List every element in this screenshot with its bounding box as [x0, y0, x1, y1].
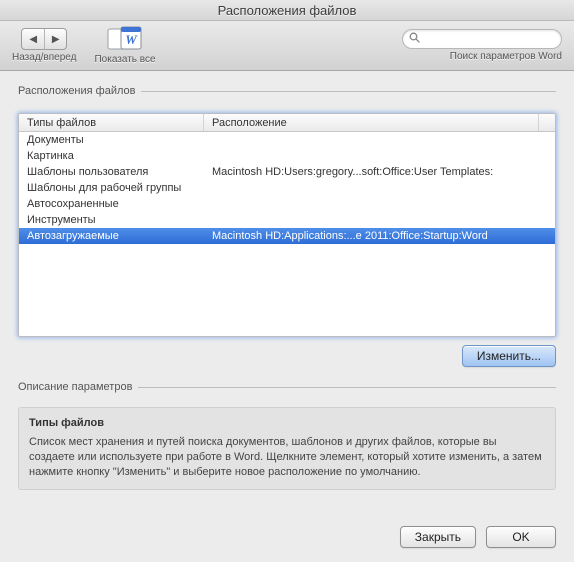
- column-header-spacer: [539, 114, 555, 131]
- show-all-button[interactable]: W: [107, 26, 143, 52]
- table-row[interactable]: Документы: [19, 132, 555, 148]
- cell-location: [204, 180, 555, 196]
- back-button[interactable]: ◀: [22, 29, 44, 49]
- show-all-label: Показать все: [94, 54, 155, 65]
- description-body: Список мест хранения и путей поиска доку…: [29, 435, 545, 480]
- toolbar: ◀ ▶ Назад/вперед W Показать все Поиск: [0, 21, 574, 71]
- cell-location: Macintosh HD:Users:gregory...soft:Office…: [204, 164, 555, 180]
- table-row[interactable]: Шаблоны пользователяMacintosh HD:Users:g…: [19, 164, 555, 180]
- show-all-group: W Показать все: [94, 26, 155, 65]
- nav-group: ◀ ▶ Назад/вперед: [12, 28, 76, 63]
- search-input[interactable]: [424, 32, 570, 46]
- table-row[interactable]: Картинка: [19, 148, 555, 164]
- nav-label: Назад/вперед: [12, 52, 76, 63]
- table-body[interactable]: ДокументыКартинкаШаблоны пользователяMac…: [19, 132, 555, 336]
- table-row[interactable]: Шаблоны для рабочей группы: [19, 180, 555, 196]
- description-legend: Описание параметров: [18, 381, 138, 393]
- table-header: Типы файлов Расположение: [19, 114, 555, 132]
- table-row[interactable]: Инструменты: [19, 212, 555, 228]
- search-field[interactable]: [402, 29, 562, 49]
- cell-type: Шаблоны пользователя: [19, 164, 204, 180]
- back-forward-segmented[interactable]: ◀ ▶: [21, 28, 67, 50]
- file-locations-fieldset: Расположения файлов Типы файлов Располож…: [18, 85, 556, 367]
- triangle-right-icon: ▶: [52, 34, 60, 45]
- table-row[interactable]: Автосохраненные: [19, 196, 555, 212]
- column-header-location[interactable]: Расположение: [204, 114, 539, 131]
- window-title: Расположения файлов: [0, 0, 574, 21]
- ok-button[interactable]: OK: [486, 526, 556, 548]
- cell-type: Автозагружаемые: [19, 228, 204, 244]
- forward-button[interactable]: ▶: [44, 29, 66, 49]
- cell-location: [204, 196, 555, 212]
- search-group: Поиск параметров Word: [402, 29, 562, 62]
- modify-button[interactable]: Изменить...: [462, 345, 556, 367]
- description-title: Типы файлов: [29, 416, 545, 431]
- cell-location: [204, 212, 555, 228]
- column-header-type[interactable]: Типы файлов: [19, 114, 204, 131]
- cell-location: [204, 148, 555, 164]
- triangle-left-icon: ◀: [29, 34, 37, 45]
- svg-text:W: W: [125, 32, 138, 47]
- close-button[interactable]: Закрыть: [400, 526, 476, 548]
- cell-location: [204, 132, 555, 148]
- cell-type: Шаблоны для рабочей группы: [19, 180, 204, 196]
- search-icon: [409, 32, 420, 46]
- file-locations-legend: Расположения файлов: [18, 85, 141, 97]
- search-label: Поиск параметров Word: [450, 51, 562, 62]
- cell-type: Картинка: [19, 148, 204, 164]
- table-row[interactable]: АвтозагружаемыеMacintosh HD:Applications…: [19, 228, 555, 244]
- cell-location: Macintosh HD:Applications:...e 2011:Offi…: [204, 228, 555, 244]
- file-locations-table[interactable]: Типы файлов Расположение ДокументыКартин…: [18, 113, 556, 337]
- cell-type: Документы: [19, 132, 204, 148]
- cell-type: Автосохраненные: [19, 196, 204, 212]
- show-all-icon: W: [107, 26, 143, 52]
- description-box: Типы файлов Список мест хранения и путей…: [18, 407, 556, 490]
- cell-type: Инструменты: [19, 212, 204, 228]
- description-fieldset: Описание параметров Типы файлов Список м…: [18, 381, 556, 490]
- footer-buttons: Закрыть OK: [0, 518, 574, 562]
